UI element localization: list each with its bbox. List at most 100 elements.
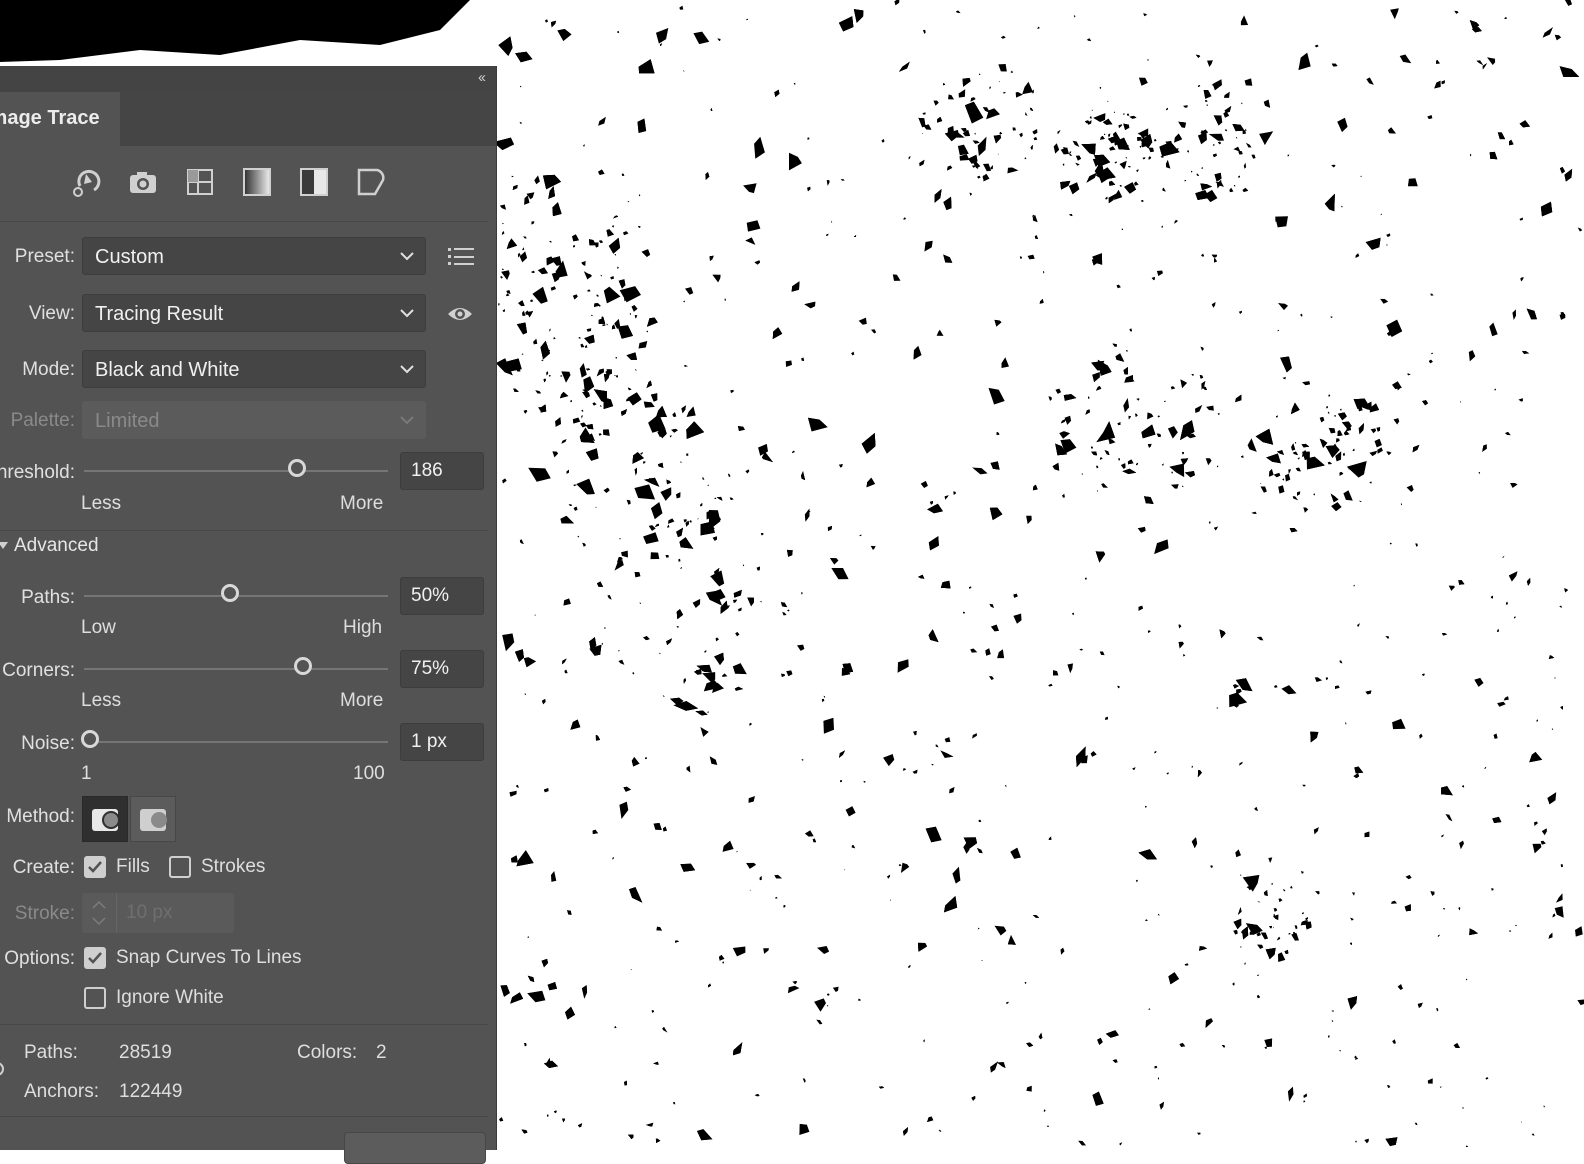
speckle <box>594 303 601 307</box>
speckle <box>1107 133 1111 138</box>
speckle <box>1136 398 1140 401</box>
paths-input[interactable]: 50% <box>400 577 484 615</box>
speckle <box>1554 906 1564 918</box>
speckle <box>1238 310 1242 314</box>
speckle <box>983 163 992 172</box>
speckle <box>958 89 966 98</box>
speckle <box>626 499 631 505</box>
strokes-label: Strokes <box>201 856 266 877</box>
speckle <box>522 247 525 251</box>
ignore-white-checkbox[interactable] <box>84 987 106 1009</box>
speckle <box>662 1026 668 1033</box>
threshold-slider-track[interactable] <box>84 459 388 477</box>
speckle <box>582 391 590 399</box>
corners-slider-knob[interactable] <box>293 657 312 675</box>
threshold-slider-knob[interactable] <box>287 459 306 477</box>
speckle <box>1441 786 1453 796</box>
speckle <box>541 958 548 968</box>
speckle <box>1210 865 1213 868</box>
noise-label: Noise: <box>21 733 75 754</box>
preset-dropdown[interactable]: Custom <box>82 237 426 275</box>
speckle <box>831 568 849 580</box>
speckle <box>602 324 606 327</box>
speckle <box>1575 926 1583 937</box>
speckle <box>1233 929 1238 935</box>
fills-checkbox[interactable] <box>84 856 106 878</box>
speckle <box>808 417 828 432</box>
speckle <box>1182 485 1184 488</box>
eye-icon[interactable] <box>446 304 474 324</box>
method-overlapping-button[interactable] <box>130 796 176 842</box>
speckle <box>1212 144 1215 146</box>
speckle <box>923 29 926 34</box>
preset-manager-icon[interactable] <box>448 246 474 268</box>
speckle <box>1494 388 1496 391</box>
speckle <box>1205 1018 1213 1028</box>
tab-image-trace[interactable]: Image Trace <box>0 92 120 146</box>
speckle <box>1303 1100 1306 1103</box>
noise-slider-track[interactable] <box>81 730 388 748</box>
speckle <box>1412 444 1420 453</box>
speckle <box>1542 27 1553 38</box>
black-and-white-icon[interactable] <box>296 164 332 200</box>
speckle <box>1389 542 1392 545</box>
paths-slider-track[interactable] <box>84 584 388 602</box>
speckle <box>1273 472 1281 478</box>
method-abutting-button[interactable] <box>82 796 128 842</box>
threshold-input[interactable]: 186 <box>400 452 484 490</box>
speckle <box>595 734 601 741</box>
outline-icon[interactable] <box>353 164 389 200</box>
speckle <box>897 659 909 673</box>
speckle <box>671 428 678 433</box>
speckle <box>500 204 506 210</box>
corners-slider-track[interactable] <box>84 657 388 675</box>
speckle <box>791 281 800 292</box>
advanced-section-toggle[interactable]: Advanced <box>14 535 99 557</box>
speckle <box>1497 701 1506 707</box>
speckle <box>686 421 705 439</box>
speckle <box>817 946 830 954</box>
low-color-icon[interactable] <box>182 164 218 200</box>
speckle <box>775 896 778 899</box>
snap-curves-checkbox[interactable] <box>84 947 106 969</box>
image-trace-panel: ‹‹ Image Trace Preset: Custom Vi <box>0 66 497 1164</box>
mode-dropdown[interactable]: Black and White <box>82 350 426 388</box>
speckle <box>1280 356 1292 373</box>
speckle <box>516 367 521 372</box>
speckle <box>1422 673 1425 676</box>
paths-slider-knob[interactable] <box>220 584 239 602</box>
noise-slider-knob[interactable] <box>81 730 100 748</box>
threshold-value: 186 <box>411 460 443 481</box>
auto-color-icon[interactable] <box>68 164 104 200</box>
speckle <box>614 375 616 377</box>
speckle <box>680 863 696 872</box>
speckle <box>638 194 641 197</box>
collapse-panel-button[interactable]: ‹‹ <box>478 69 486 86</box>
speckle <box>1393 418 1400 425</box>
strokes-checkbox[interactable] <box>169 856 191 878</box>
speckle <box>913 731 917 736</box>
speckle <box>523 657 536 668</box>
speckle <box>1427 115 1433 119</box>
speckle <box>733 1042 743 1056</box>
speckle <box>707 711 709 713</box>
speckle <box>1520 277 1524 282</box>
speckle <box>618 649 620 652</box>
high-color-icon[interactable] <box>125 164 161 200</box>
speckle <box>535 390 541 394</box>
divider <box>0 221 488 222</box>
speckle <box>1284 949 1289 954</box>
speckle <box>1078 1140 1086 1146</box>
noise-input[interactable]: 1 px <box>400 723 484 761</box>
speckle <box>619 538 621 540</box>
speckle <box>977 175 981 179</box>
disclosure-triangle-icon[interactable] <box>0 540 8 550</box>
speckle <box>998 64 1007 72</box>
corners-input[interactable]: 75% <box>400 650 484 688</box>
view-dropdown[interactable]: Tracing Result <box>82 294 426 332</box>
grayscale-icon[interactable] <box>239 164 275 200</box>
speckle <box>1400 503 1402 506</box>
speckle <box>697 518 699 520</box>
trace-button[interactable] <box>344 1132 486 1164</box>
speckle <box>512 184 518 191</box>
